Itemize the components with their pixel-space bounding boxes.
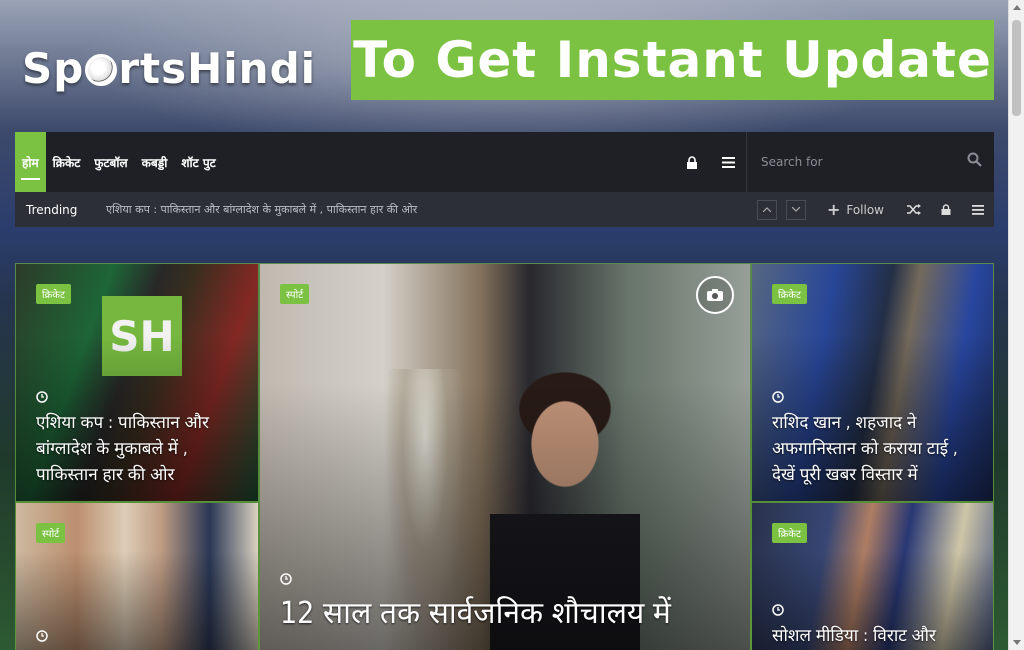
category-badge[interactable]: क्रिकेट <box>772 284 807 304</box>
nav-item-kabaddi[interactable]: कबड्डी <box>135 132 175 192</box>
football-icon <box>85 54 118 86</box>
category-badge[interactable]: स्पोर्ट <box>280 284 310 304</box>
page-scrollbar[interactable] <box>1008 0 1024 650</box>
site-logo[interactable]: Sp rtsHindi <box>22 40 322 96</box>
chevron-up-icon <box>762 207 771 212</box>
nav-item-cricket[interactable]: क्रिकेट <box>46 132 88 192</box>
trending-prev-button[interactable] <box>756 199 777 220</box>
clock-icon <box>36 388 48 407</box>
lock-icon[interactable] <box>674 132 710 192</box>
card-title[interactable]: सोशल मीडिया : विराट और <box>772 623 979 649</box>
promo-banner[interactable]: To Get Instant Update <box>351 20 994 100</box>
logo-text: Sp <box>22 43 85 93</box>
menu-icon[interactable] <box>710 132 746 192</box>
search-icon[interactable] <box>967 152 982 171</box>
clock-icon <box>36 627 48 646</box>
nav-item-football[interactable]: फुटबॉल <box>87 132 134 192</box>
featured-news-card[interactable]: स्पोर्ट 12 साल तक सार्वजनिक शौचालय में <box>259 263 751 650</box>
clock-icon <box>772 388 784 407</box>
scrollbar-thumb[interactable] <box>1012 20 1021 116</box>
clock-icon <box>280 570 292 589</box>
follow-button[interactable]: + Follow <box>827 200 884 219</box>
news-card[interactable]: SH क्रिकेट एशिया कप : पाकिस्तान और बांग्… <box>15 263 259 502</box>
search-input[interactable] <box>761 155 951 169</box>
trending-label: Trending <box>26 202 78 217</box>
nav-item-home[interactable]: होम <box>15 132 46 192</box>
scroll-up-icon[interactable] <box>1013 5 1021 10</box>
category-badge[interactable]: क्रिकेट <box>772 523 807 543</box>
chevron-down-icon <box>791 207 800 212</box>
news-card[interactable]: स्पोर्ट <box>15 502 259 650</box>
search-box <box>746 132 994 192</box>
news-card[interactable]: क्रिकेट सोशल मीडिया : विराट और <box>751 502 994 650</box>
scroll-down-icon[interactable] <box>1013 640 1021 645</box>
menu-icon[interactable] <box>962 204 994 215</box>
card-title[interactable]: राशिद खान , शहजाद ने अफगानिस्तान को कराय… <box>772 410 979 488</box>
trending-next-button[interactable] <box>785 199 806 220</box>
clock-icon <box>772 601 784 620</box>
category-badge[interactable]: स्पोर्ट <box>36 523 66 543</box>
logo-text-rest: rtsHindi <box>118 43 317 93</box>
nav-item-shot-put[interactable]: शॉट पुट <box>174 132 222 192</box>
camera-icon <box>696 276 734 314</box>
follow-label: Follow <box>846 202 884 217</box>
trending-bar: Trending एशिया कप : पाकिस्तान और बांग्ला… <box>15 192 994 227</box>
card-title[interactable]: एशिया कप : पाकिस्तान और बांग्लादेश के मु… <box>36 410 244 488</box>
shuffle-icon[interactable] <box>898 204 930 215</box>
news-card[interactable]: क्रिकेट राशिद खान , शहजाद ने अफगानिस्तान… <box>751 263 994 502</box>
plus-icon: + <box>826 200 841 219</box>
trending-headline[interactable]: एशिया कप : पाकिस्तान और बांग्लादेश के मु… <box>106 202 757 217</box>
main-navigation: होम क्रिकेट फुटबॉल कबड्डी शॉट पुट <box>15 132 994 192</box>
lock-icon[interactable] <box>930 204 962 215</box>
card-title[interactable]: 12 साल तक सार्वजनिक शौचालय में <box>280 592 736 636</box>
category-badge[interactable]: क्रिकेट <box>36 284 71 304</box>
